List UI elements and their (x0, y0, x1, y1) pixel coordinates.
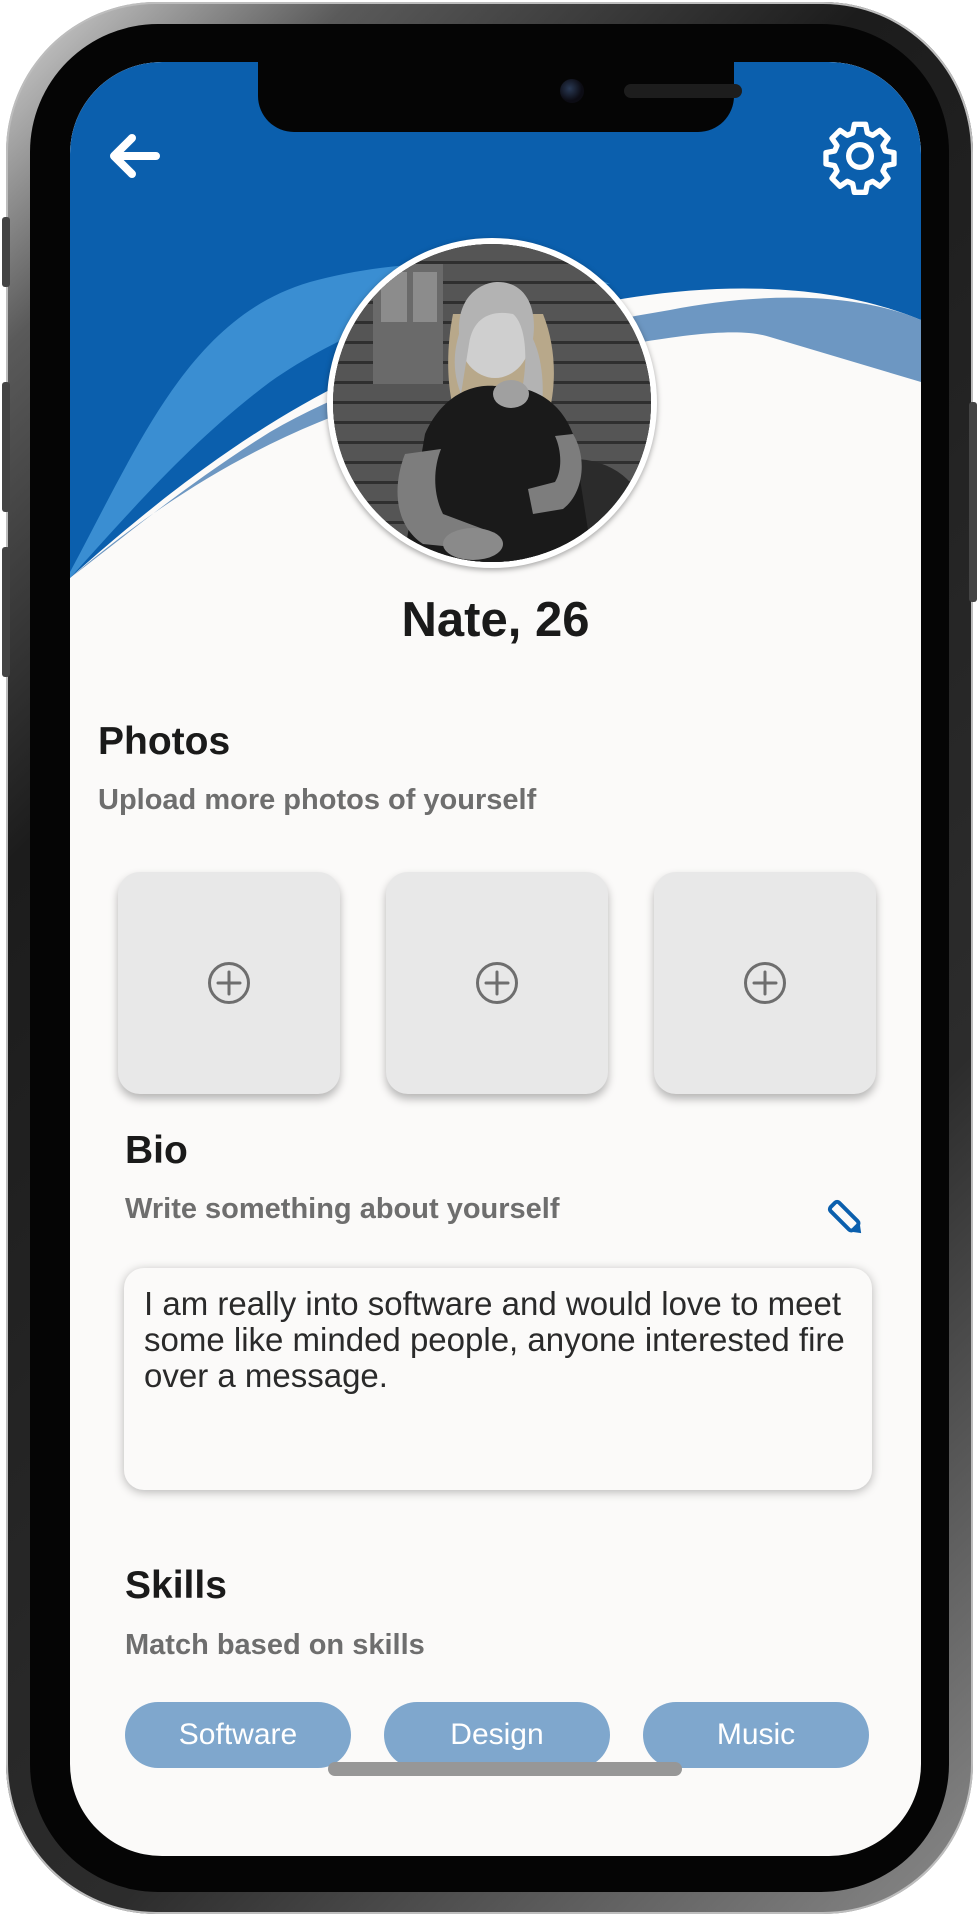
plus-circle-icon (744, 962, 786, 1004)
edit-bio-button[interactable] (825, 1197, 869, 1241)
plus-circle-icon (208, 962, 250, 1004)
app-screen: Nate, 26 Photos Upload more photos of yo… (70, 62, 921, 1856)
phone-frame: Nate, 26 Photos Upload more photos of yo… (2, 2, 977, 1914)
bio-textarea[interactable]: I am really into software and would love… (124, 1268, 872, 1490)
settings-button[interactable] (820, 116, 900, 196)
photo-upload-slot-1[interactable] (118, 872, 340, 1094)
phone-notch (258, 62, 742, 132)
back-button[interactable] (102, 124, 166, 188)
volume-up-button (2, 217, 10, 287)
skills-title: Skills (125, 1564, 227, 1607)
front-camera (560, 79, 584, 103)
skill-chip-design[interactable]: Design (384, 1702, 610, 1768)
power-button (969, 402, 977, 602)
bio-title: Bio (125, 1129, 188, 1172)
earpiece-speaker (624, 84, 742, 98)
gear-icon (823, 121, 897, 195)
arrow-left-icon (110, 134, 160, 178)
skill-chip-music[interactable]: Music (643, 1702, 869, 1768)
profile-avatar[interactable] (327, 238, 657, 568)
bio-subtitle: Write something about yourself (125, 1193, 560, 1225)
skills-subtitle: Match based on skills (125, 1629, 425, 1661)
home-indicator[interactable] (328, 1762, 682, 1776)
photos-subtitle: Upload more photos of yourself (98, 784, 537, 816)
plus-circle-icon (476, 962, 518, 1004)
profile-name-age: Nate, 26 (401, 593, 590, 647)
avatar-photo-illustration (333, 244, 651, 562)
volume-down-button-2 (2, 547, 10, 677)
volume-down-button (2, 382, 10, 512)
pencil-icon (827, 1199, 862, 1234)
skill-chip-software[interactable]: Software (125, 1702, 351, 1768)
photo-upload-slot-2[interactable] (386, 872, 608, 1094)
avatar-photo (333, 244, 651, 562)
photo-upload-slot-3[interactable] (654, 872, 876, 1094)
photos-title: Photos (98, 720, 231, 763)
